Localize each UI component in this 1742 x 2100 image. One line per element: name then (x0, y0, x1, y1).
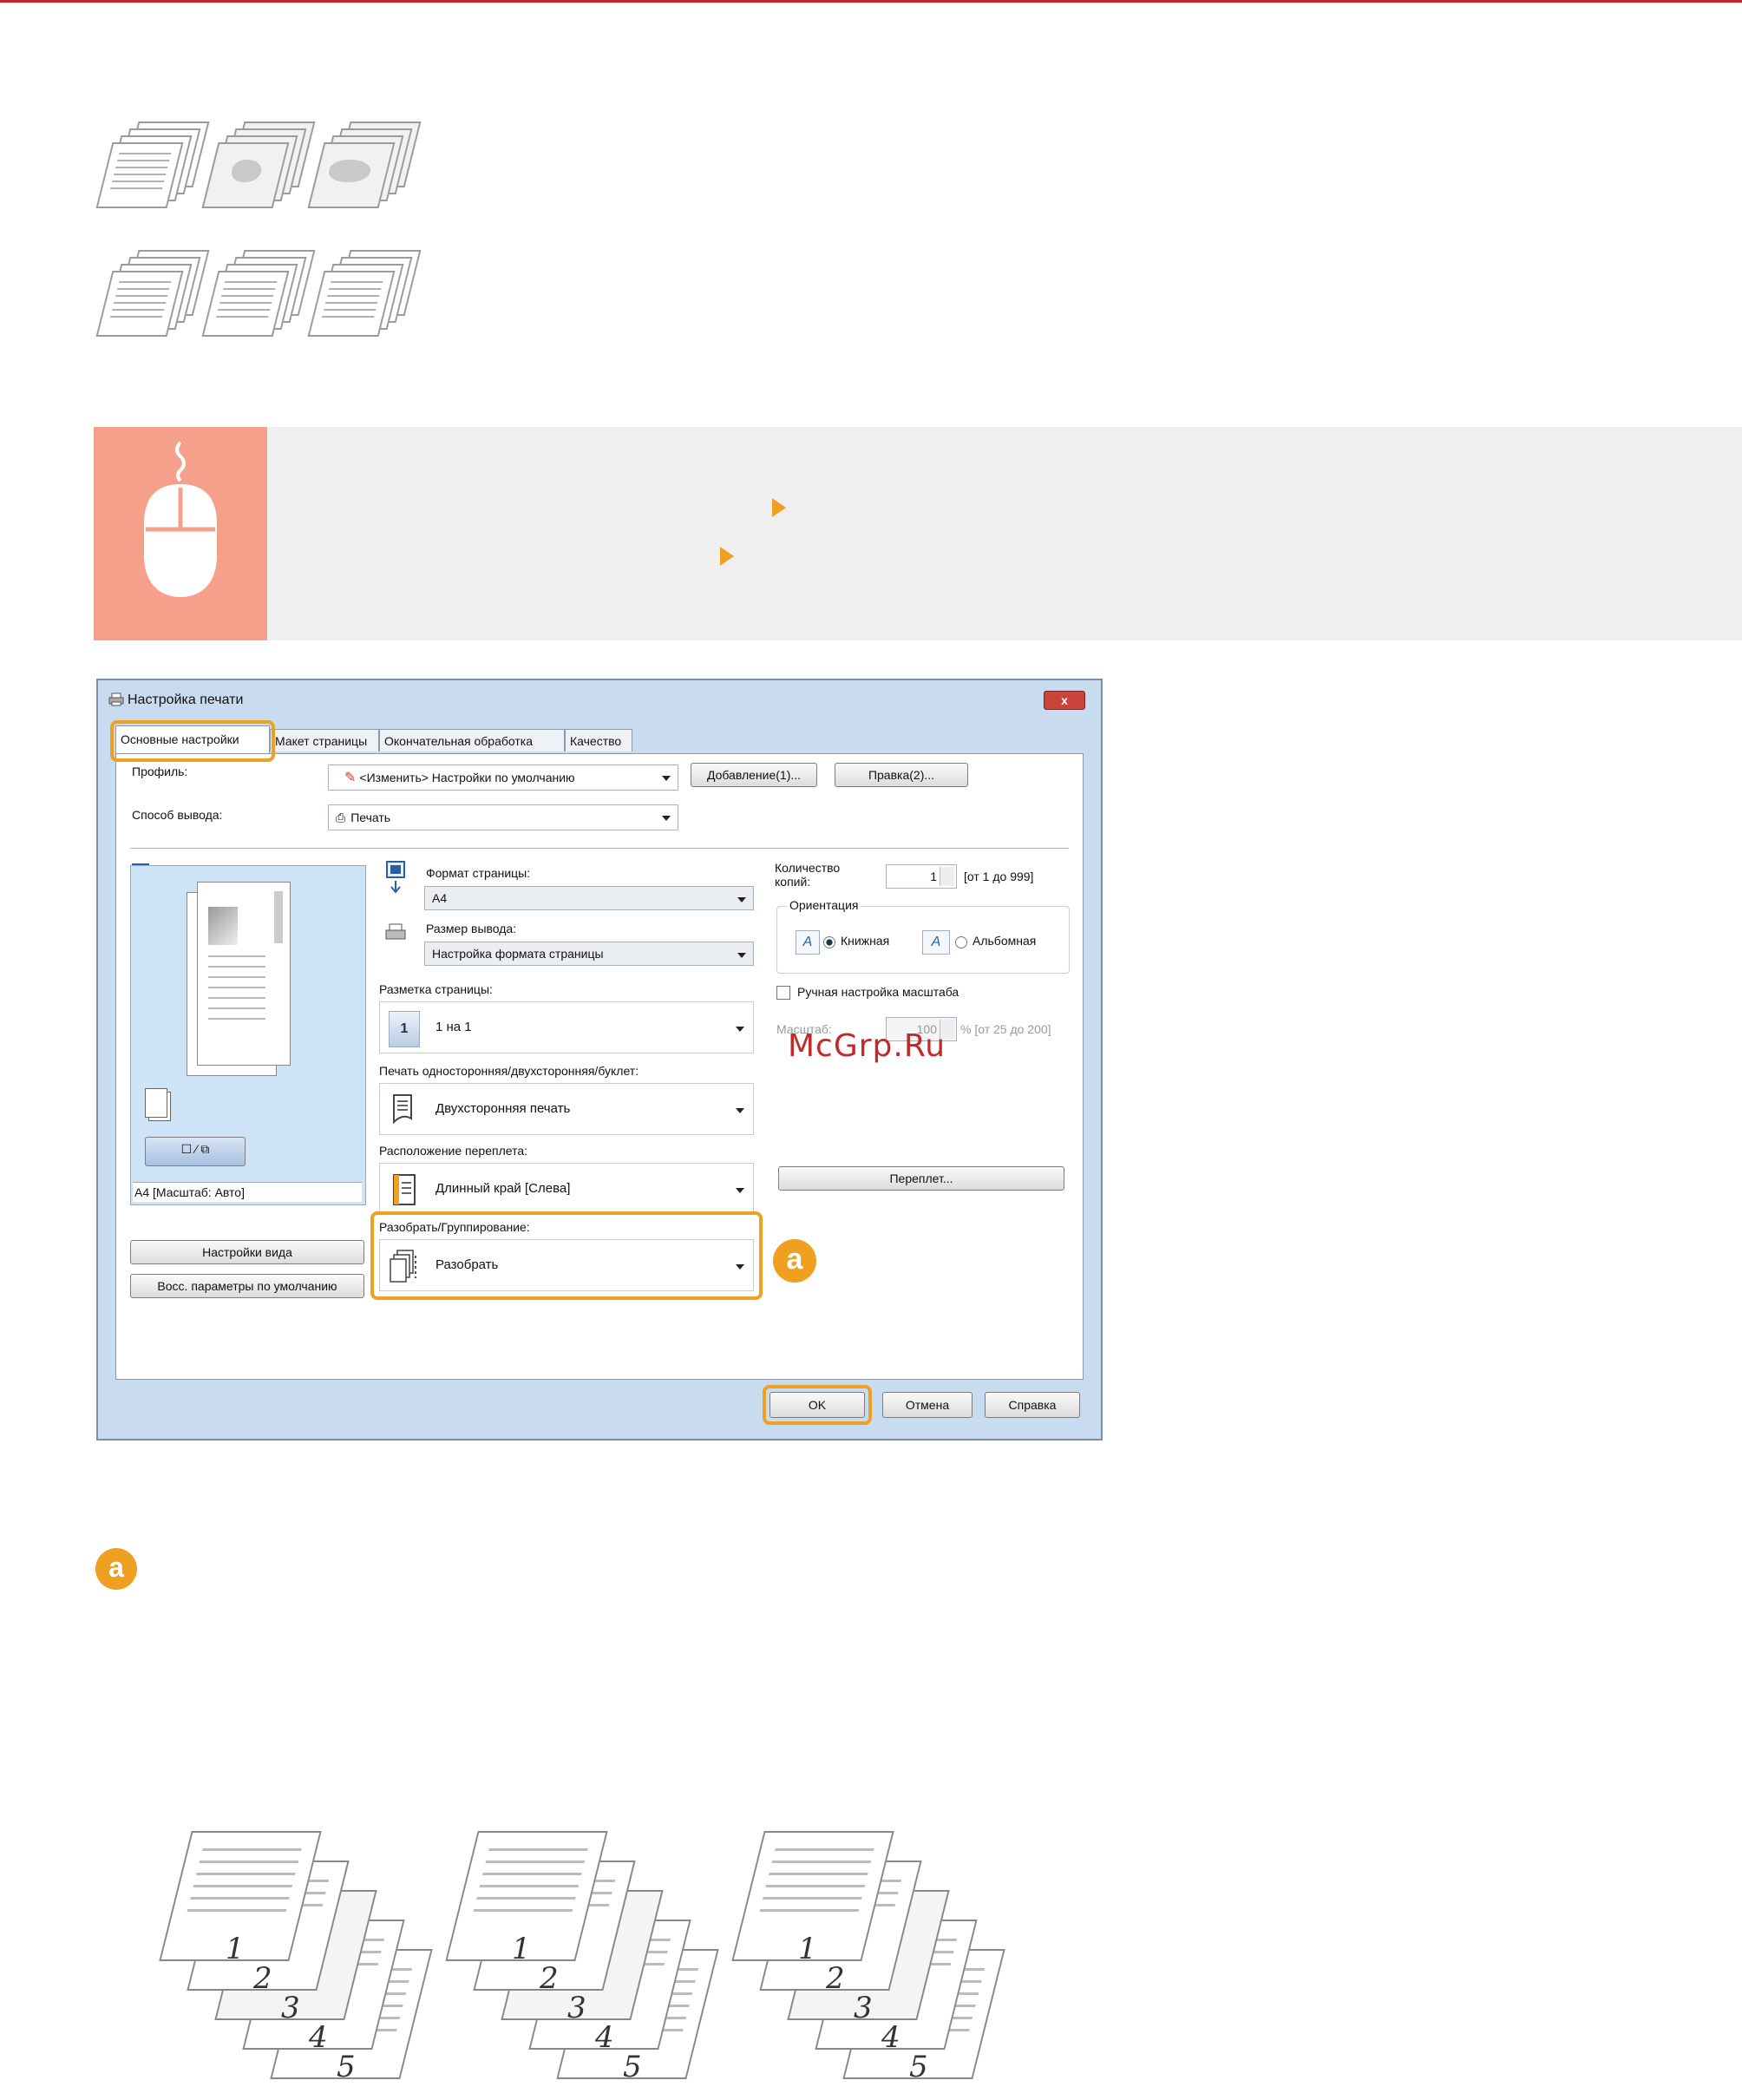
page-preview: ☐ ⁄ ⧉ A4 [Масштаб: Авто] (130, 865, 366, 1205)
mouse-icon (144, 441, 217, 597)
print-settings-dialog: Настройка печати x Основные настройки Ма… (96, 679, 1103, 1440)
page-layout-select[interactable]: 1 1 на 1 (379, 1001, 754, 1053)
profile-label: Профиль: (132, 765, 188, 778)
output-size-select[interactable]: Настройка формата страницы (424, 942, 754, 966)
step-arrow-icon (772, 498, 786, 517)
page-number: 1 (798, 1932, 817, 1966)
page-size-select[interactable]: A4 (424, 886, 754, 910)
profile-select[interactable]: ✎ <Изменить> Настройки по умолчанию (328, 765, 678, 791)
copies-spinner[interactable] (940, 867, 954, 886)
duplex-select[interactable]: Двухсторонняя печать (379, 1083, 754, 1135)
portrait-label: Книжная (841, 934, 890, 948)
manual-scale-label: Ручная настройка масштаба (797, 985, 959, 999)
printer-small-icon: ⎙ (336, 810, 346, 824)
pencil-icon: ✎ (344, 771, 357, 785)
copies-value: 1 (930, 870, 937, 883)
output-size-value: Настройка формата страницы (432, 947, 604, 961)
profile-value: <Изменить> Настройки по умолчанию (359, 771, 575, 784)
tab-highlight (110, 720, 275, 762)
restore-defaults-button[interactable]: Восс. параметры по умолчанию (130, 1274, 364, 1298)
binding-icon (393, 1174, 416, 1205)
page-layout-label: Разметка страницы: (379, 982, 493, 996)
page-number: 5 (623, 2050, 642, 2084)
page-size-value: A4 (432, 891, 448, 905)
portrait-radio[interactable] (823, 936, 835, 948)
copies-input[interactable]: 1 (886, 864, 957, 889)
tab-quality[interactable]: Качество (565, 729, 632, 751)
page-number: 4 (881, 2020, 900, 2055)
preview-sheet-front (197, 882, 291, 1066)
view-settings-button[interactable]: Настройки вида (130, 1240, 364, 1264)
landscape-radio[interactable] (955, 936, 967, 948)
binding-location-select[interactable]: Длинный край [Слева] (379, 1163, 754, 1215)
page-number: 3 (854, 1991, 873, 2025)
copies-range: [от 1 до 999] (964, 870, 1034, 883)
step-arrow-icon (720, 547, 734, 566)
output-method-label: Способ вывода: (132, 808, 223, 822)
page-number: 2 (540, 1961, 559, 1996)
printer-icon (108, 692, 124, 706)
page-number: 3 (281, 1991, 300, 2025)
page-number: 5 (337, 2050, 356, 2084)
page-number: 2 (826, 1961, 845, 1996)
portrait-icon: A (796, 930, 820, 955)
copies-label: Количество копий: (775, 861, 841, 889)
output-size-icon (385, 923, 406, 940)
page-layout-value: 1 на 1 (436, 1020, 472, 1034)
binding-location-value: Длинный край [Слева] (436, 1181, 571, 1196)
close-button[interactable]: x (1044, 691, 1085, 710)
ok-highlight (763, 1385, 872, 1425)
page-number: 1 (226, 1932, 245, 1966)
one-up-icon: 1 (389, 1011, 420, 1047)
tab-page-setup[interactable]: Макет страницы (270, 729, 379, 751)
collated-set: 1 2 3 4 5 (445, 1831, 720, 2100)
scale-range: % [от 25 до 200] (960, 1022, 1051, 1036)
page-size-label: Формат страницы: (426, 866, 531, 880)
collate-highlight (370, 1211, 763, 1300)
landscape-label: Альбомная (973, 934, 1037, 948)
output-method-value: Печать (350, 810, 391, 824)
dialog-title: Настройка печати (128, 692, 244, 707)
page-number: 4 (595, 2020, 614, 2055)
preview-caption: A4 [Масштаб: Авто] (133, 1182, 362, 1202)
page-number: 4 (309, 2020, 328, 2055)
callout-badge-a: a (773, 1239, 816, 1283)
binding-location-label: Расположение переплета: (379, 1144, 527, 1158)
binding-button[interactable]: Переплет... (778, 1166, 1064, 1191)
edit-profile-button[interactable]: Правка(2)... (835, 763, 968, 787)
tab-finishing[interactable]: Окончательная обработка (379, 729, 565, 751)
page-number: 2 (253, 1961, 272, 1996)
page-size-icon (386, 861, 405, 894)
add-profile-button[interactable]: Добавление(1)... (691, 763, 817, 787)
duplex-value: Двухсторонняя печать (436, 1101, 571, 1116)
orientation-label: Ориентация (787, 898, 861, 912)
cancel-button[interactable]: Отмена (882, 1392, 973, 1418)
preview-duplex-button[interactable]: ☐ ⁄ ⧉ (145, 1137, 246, 1166)
duplex-icon (393, 1094, 412, 1125)
page-number: 3 (567, 1991, 586, 2025)
top-rule (0, 0, 1742, 3)
duplex-label: Печать односторонняя/двухсторонняя/букле… (379, 1064, 639, 1078)
page-number: 5 (909, 2050, 928, 2084)
output-method-select[interactable]: ⎙ Печать (328, 804, 678, 830)
landscape-icon: A (922, 930, 950, 955)
collated-set: 1 2 3 4 5 (159, 1831, 434, 2100)
mouse-panel (94, 427, 267, 640)
legend-badge-a: a (95, 1548, 137, 1590)
help-button[interactable]: Справка (985, 1392, 1080, 1418)
page-number: 1 (512, 1932, 531, 1966)
watermark: McGrp.Ru (788, 1028, 946, 1064)
collated-sets-illustration: 1 2 3 4 5 1 2 3 4 5 1 2 3 4 5 (159, 1831, 1041, 2100)
copies-stack-icon (145, 1088, 167, 1118)
output-size-label: Размер вывода: (426, 922, 517, 935)
collated-set: 1 2 3 4 5 (731, 1831, 1006, 2100)
manual-scale-checkbox[interactable] (776, 986, 790, 1000)
mouse-operation-banner (94, 427, 1742, 640)
divider (130, 848, 1069, 849)
sheet-stacks-illustration (95, 121, 422, 364)
